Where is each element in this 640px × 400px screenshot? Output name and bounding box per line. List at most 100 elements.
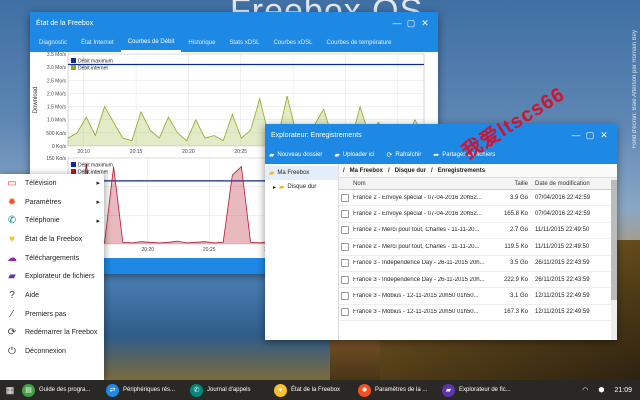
legend-swatch: [71, 58, 76, 63]
file-size: 3.9 Go: [509, 194, 528, 201]
taskbar-item[interactable]: ▤ Guide des progra...: [20, 383, 104, 397]
table-row[interactable]: France 2 - Envoyé spécial - 07-04-2016 2…: [339, 206, 617, 223]
x-tick-label: 20:10: [77, 149, 90, 155]
chevron-right-icon: ▸: [96, 199, 100, 207]
taskbar-item[interactable]: ▰ Explorateur de fic...: [440, 383, 524, 397]
taskbar-item[interactable]: ♥ État de la Freebox: [272, 383, 356, 397]
start-menu: ▭ Télévision ▸ ✹ Paramètres ▸ ✆ Téléphonie ▸ ♥ Éta…: [0, 174, 104, 380]
column-header-name[interactable]: Nom: [339, 181, 499, 187]
file-icon: [341, 292, 349, 301]
file-date: 11/11/2015 22:49:50: [535, 243, 590, 250]
menu-item-logout[interactable]: ⏻ Déconnexion: [0, 342, 104, 361]
y-tick-label: 3.0 Mo/s: [47, 65, 67, 71]
file-icon: [341, 308, 349, 317]
file-icon: [341, 242, 349, 251]
tab-stats-xdsl[interactable]: Stats xDSL: [222, 34, 266, 52]
file-size: 119.5 Ko: [504, 243, 528, 250]
explorer-body: ▰ Ma Freebox ▸ ▰ Disque dur / Ma Freebox / …: [265, 164, 617, 340]
tab-courbes-temperature[interactable]: Courbes de température: [319, 34, 398, 52]
minimize-icon[interactable]: —: [390, 18, 404, 28]
tree-item-ma-freebox[interactable]: ▰ Ma Freebox: [265, 166, 338, 180]
y-tick-label: 3.5 Mo/s: [47, 52, 67, 58]
table-row[interactable]: France 2 - Envoyé spécial - 07-04-2016 2…: [339, 190, 617, 207]
taskbar-item[interactable]: ✆ Journal d'appels: [188, 383, 272, 397]
taskbar-item[interactable]: ⇄ Périphériques rés...: [104, 383, 188, 397]
table-row[interactable]: France 3 - Möbius - 12-11-2015 20h50 01h…: [339, 288, 617, 305]
menu-item-heart-pulse[interactable]: ♥ État de la Freebox: [0, 230, 104, 249]
apps-grid-icon[interactable]: ▦: [0, 385, 20, 396]
maximize-icon[interactable]: ▢: [583, 130, 597, 141]
app-icon: ▤: [22, 383, 35, 397]
taskbar-item-label: Paramètres de la ...: [375, 387, 428, 393]
menu-item-help[interactable]: ? Aide: [0, 286, 104, 305]
menu-item-restart[interactable]: ⟳ Redémarrer la Freebox: [0, 324, 104, 343]
notification-icon[interactable]: ⬢: [598, 386, 604, 394]
file-date: 07/04/2016 22:42:59: [535, 211, 591, 218]
table-row[interactable]: France 3 - Möbius - 12-11-2015 20h50 01h…: [339, 305, 617, 322]
tab-diagnostic[interactable]: Diagnostic: [32, 34, 74, 52]
tab-courbes-debit[interactable]: Courbes de Débit: [120, 34, 182, 52]
close-icon[interactable]: ✕: [597, 130, 611, 141]
table-row[interactable]: France 2 - Merci pour tout, Charles - 11…: [339, 223, 617, 240]
menu-item-folder[interactable]: ▰ Explorateur de fichiers: [0, 267, 104, 286]
cloud-download-icon: ☁: [7, 252, 17, 264]
tab-historique[interactable]: Historique: [181, 34, 222, 52]
explorer-toolbar: ▰ Nouveau dossier ▰ Uploader ici ⟳ Rafraîch…: [265, 146, 617, 164]
menu-item-label: Aide: [25, 291, 40, 299]
menu-item-label: Premiers pas: [25, 310, 67, 318]
minimize-icon[interactable]: —: [569, 130, 583, 140]
menu-item-label: Téléchargements: [25, 254, 80, 262]
x-tick-label: 20:15: [130, 149, 143, 155]
stats-window-title: État de la Freebox: [36, 19, 94, 27]
table-row[interactable]: France 3 - Independence Day - 26-11-2015…: [339, 256, 617, 272]
wifi-icon[interactable]: ◠: [582, 386, 588, 394]
table-row[interactable]: France 3 - Independence Day - 26-11-2015…: [339, 272, 617, 289]
menu-item-label: Téléphonie: [25, 217, 60, 225]
app-icon: ▰: [442, 383, 455, 397]
menu-item-phone[interactable]: ✆ Téléphonie ▸: [0, 211, 104, 230]
chevron-right-icon[interactable]: ▸: [273, 184, 276, 191]
chevron-right-icon: ▸: [96, 180, 100, 188]
menu-item-cloud-download[interactable]: ☁ Téléchargements: [0, 249, 104, 268]
breadcrumb-item[interactable]: Disque dur: [395, 168, 426, 174]
taskbar-items: ▤ Guide des progra... ⇄ Périphériques rés..…: [20, 383, 524, 397]
tab-etat-internet[interactable]: État Internet: [74, 34, 121, 52]
file-size: 3.5 Go: [509, 260, 528, 267]
file-name: France 2 - Merci pour tout, Charles - 11…: [353, 243, 480, 250]
y-tick-label: 1.0 Mo/s: [47, 118, 67, 124]
x-tick-label: 20:20: [142, 247, 155, 253]
menu-item-gear[interactable]: ✹ Paramètres ▸: [0, 193, 104, 212]
file-date: 26/11/2015 22:43:59: [535, 260, 590, 267]
x-tick-label: 20:20: [182, 149, 195, 155]
heart-pulse-icon: ♥: [9, 233, 15, 245]
refresh-button[interactable]: ⟳ Rafraîchir: [387, 151, 422, 159]
folder-tree: ▰ Ma Freebox ▸ ▰ Disque dur: [265, 164, 339, 340]
app-icon: ✆: [190, 383, 203, 397]
file-icon: [341, 193, 349, 202]
table-row[interactable]: France 2 - Merci pour tout, Charles - 11…: [339, 239, 617, 256]
legend-swatch: [71, 162, 76, 167]
taskbar-item[interactable]: ✹ Paramètres de la ...: [356, 383, 440, 397]
menu-item-label: Paramètres: [25, 198, 62, 206]
system-tray: ◠ ⬢ 21:09: [582, 386, 640, 395]
gear-icon: ✹: [7, 196, 17, 208]
explorer-titlebar[interactable]: Explorateur: Enregistrements — ▢ ✕: [265, 124, 617, 146]
close-icon[interactable]: ✕: [418, 18, 432, 29]
tab-courbes-xdsl[interactable]: Courbes xDSL: [266, 34, 319, 52]
breadcrumb-item[interactable]: Ma Freebox: [350, 168, 383, 174]
upload-button[interactable]: ▰ Uploader ici: [334, 151, 374, 159]
column-header-date[interactable]: Date de modification: [531, 181, 599, 187]
file-size: 167.3 Ko: [503, 309, 528, 316]
menu-item-wand[interactable]: ⁄ Premiers pas: [0, 305, 104, 324]
column-header-size[interactable]: Taille: [499, 181, 531, 187]
breadcrumb-item[interactable]: Enregistrements: [438, 168, 485, 174]
maximize-icon[interactable]: ▢: [404, 18, 418, 29]
file-size: 222.9 Ko: [503, 276, 528, 283]
tree-item-disque-dur[interactable]: ▸ ▰ Disque dur: [265, 180, 338, 194]
file-date: 11/11/2015 22:49:50: [535, 227, 590, 234]
new-folder-button[interactable]: ▰ Nouveau dossier: [269, 151, 322, 159]
stats-titlebar[interactable]: État de la Freebox — ▢ ✕: [30, 12, 438, 34]
taskbar-item-label: Journal d'appels: [207, 387, 251, 393]
menu-item-tv[interactable]: ▭ Télévision ▸: [0, 174, 104, 193]
file-list-scroll-thumb[interactable]: [611, 180, 617, 300]
